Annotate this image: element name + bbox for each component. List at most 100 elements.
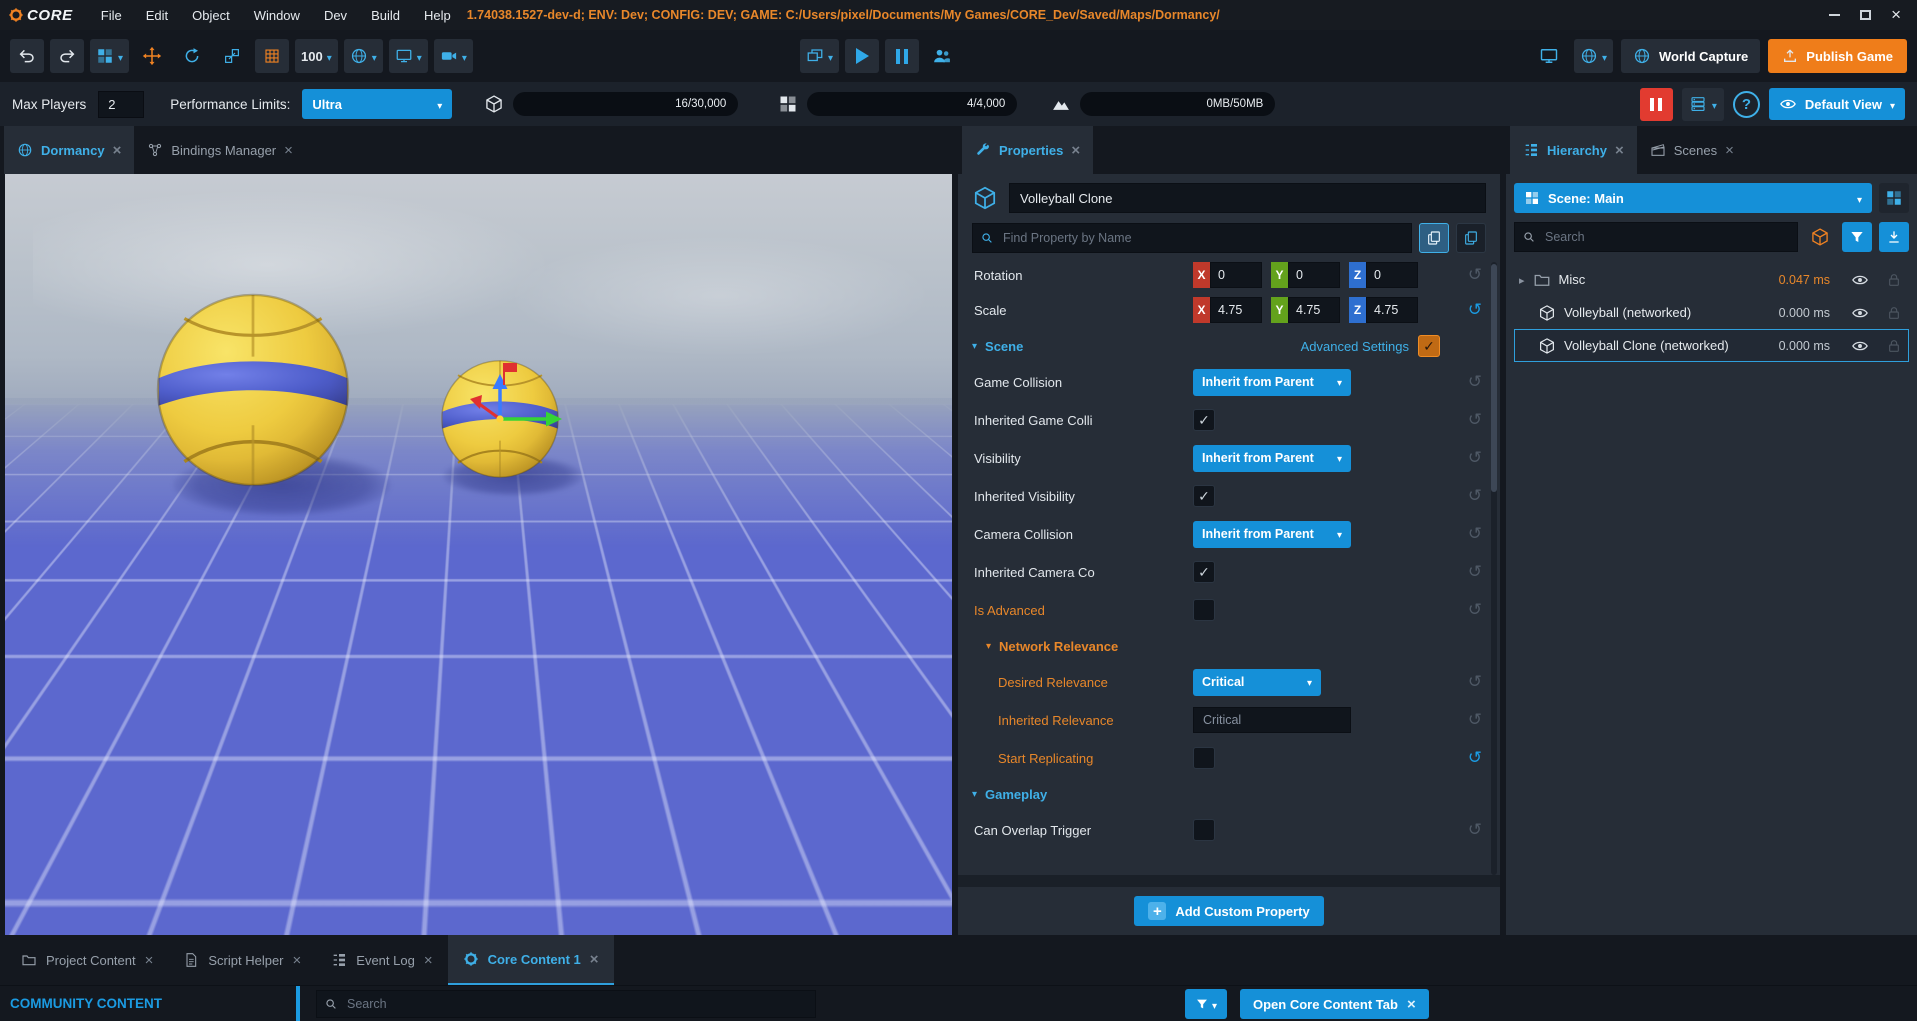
is-advanced-checkbox[interactable] <box>1193 599 1215 621</box>
close-icon[interactable] <box>1407 996 1416 1013</box>
menu-dev[interactable]: Dev <box>312 8 359 23</box>
networked-filter-button[interactable] <box>1805 222 1835 252</box>
object-name-input[interactable] <box>1009 183 1486 213</box>
tab-script-helper[interactable]: Script Helper <box>168 935 316 985</box>
world-capture-button[interactable]: World Capture <box>1621 39 1760 73</box>
filter-button[interactable] <box>1842 222 1872 252</box>
scale-y-field[interactable]: 4.75 <box>1288 297 1340 323</box>
lock-icon[interactable] <box>1886 305 1902 321</box>
paste-properties-button[interactable] <box>1456 223 1486 253</box>
help-button[interactable] <box>1733 91 1760 118</box>
tab-core-content[interactable]: Core Content 1 <box>448 935 614 985</box>
section-scene[interactable]: Scene Advanced Settings <box>958 329 1488 363</box>
multiplayer-players-button[interactable] <box>925 39 959 73</box>
screen-options-dropdown[interactable] <box>389 39 428 73</box>
copy-properties-button[interactable] <box>1419 223 1449 253</box>
reset-button[interactable] <box>1462 524 1488 544</box>
snap-settings-button[interactable] <box>90 39 129 73</box>
collapse-all-button[interactable] <box>1879 222 1909 252</box>
menu-help[interactable]: Help <box>412 8 463 23</box>
scene-settings-button[interactable] <box>1879 183 1909 213</box>
panel-splitter[interactable] <box>296 986 300 1021</box>
max-players-input[interactable] <box>98 91 144 118</box>
reset-scale-button[interactable] <box>1462 300 1488 320</box>
menu-build[interactable]: Build <box>359 8 412 23</box>
grid-snap-toggle-button[interactable] <box>255 39 289 73</box>
visibility-dropdown[interactable]: Inherit from Parent <box>1193 445 1351 472</box>
maximize-icon[interactable] <box>1860 10 1871 20</box>
storage-dropdown[interactable] <box>1682 88 1724 121</box>
tree-item-volleyball[interactable]: Volleyball (networked) 0.000 ms <box>1514 296 1909 329</box>
viewport-3d[interactable] <box>5 174 952 935</box>
desired-relevance-dropdown[interactable]: Critical <box>1193 669 1321 696</box>
scale-tool-button[interactable] <box>215 39 249 73</box>
reset-button[interactable] <box>1462 600 1488 620</box>
close-icon[interactable] <box>1725 142 1734 159</box>
scene-selector-dropdown[interactable]: Scene: Main <box>1514 183 1872 213</box>
reset-rotation-button[interactable] <box>1462 265 1488 285</box>
community-filter-button[interactable] <box>1185 989 1227 1019</box>
menu-edit[interactable]: Edit <box>134 8 180 23</box>
start-replicating-checkbox[interactable] <box>1193 747 1215 769</box>
rotation-z-field[interactable]: 0 <box>1366 262 1418 288</box>
tab-hierarchy[interactable]: Hierarchy <box>1510 126 1637 174</box>
tab-scenes[interactable]: Scenes <box>1637 126 1747 174</box>
camera-options-dropdown[interactable] <box>434 39 473 73</box>
tab-event-log[interactable]: Event Log <box>316 935 447 985</box>
camera-collision-dropdown[interactable]: Inherit from Parent <box>1193 521 1351 548</box>
quality-dropdown[interactable]: Ultra <box>302 89 452 119</box>
tree-item-misc[interactable]: Misc 0.047 ms <box>1514 263 1909 296</box>
close-icon[interactable] <box>145 952 154 969</box>
inherited-visibility-checkbox[interactable] <box>1193 485 1215 507</box>
add-custom-property-button[interactable]: Add Custom Property <box>1134 896 1323 926</box>
tab-bindings-manager[interactable]: Bindings Manager <box>134 126 306 174</box>
reset-button[interactable] <box>1462 486 1488 506</box>
close-icon[interactable] <box>424 952 433 969</box>
game-collision-dropdown[interactable]: Inherit from Parent <box>1193 369 1351 396</box>
play-button[interactable] <box>845 39 879 73</box>
eye-icon[interactable] <box>1851 337 1869 355</box>
pause-stats-button[interactable] <box>1640 88 1673 121</box>
scale-x-field[interactable]: 4.75 <box>1210 297 1262 323</box>
reset-button[interactable] <box>1462 748 1488 768</box>
close-icon[interactable] <box>1071 142 1080 159</box>
can-overlap-triggers-checkbox[interactable] <box>1193 819 1215 841</box>
close-icon[interactable] <box>113 142 122 159</box>
reset-button[interactable] <box>1462 410 1488 430</box>
advanced-settings-checkbox[interactable] <box>1418 335 1440 357</box>
menu-object[interactable]: Object <box>180 8 242 23</box>
eye-icon[interactable] <box>1851 271 1869 289</box>
close-icon[interactable] <box>284 142 293 159</box>
publish-game-button[interactable]: Publish Game <box>1768 39 1907 73</box>
rotation-x-field[interactable]: 0 <box>1210 262 1262 288</box>
scrollbar-thumb[interactable] <box>1491 264 1497 492</box>
tab-dormancy[interactable]: Dormancy <box>4 126 134 174</box>
rotation-y-field[interactable]: 0 <box>1288 262 1340 288</box>
section-network-relevance[interactable]: Network Relevance <box>958 629 1488 663</box>
rotate-tool-button[interactable] <box>175 39 209 73</box>
scale-z-field[interactable]: 4.75 <box>1366 297 1418 323</box>
tab-properties[interactable]: Properties <box>962 126 1093 174</box>
lock-icon[interactable] <box>1886 338 1902 354</box>
reset-button[interactable] <box>1462 820 1488 840</box>
close-icon[interactable] <box>590 951 599 968</box>
hierarchy-search-input[interactable] <box>1514 222 1798 252</box>
open-core-content-tab-button[interactable]: Open Core Content Tab <box>1240 989 1429 1019</box>
inherited-game-collision-checkbox[interactable] <box>1193 409 1215 431</box>
multiplayer-preview-dropdown[interactable] <box>800 39 839 73</box>
view-mode-dropdown[interactable]: Default View <box>1769 88 1905 120</box>
section-gameplay[interactable]: Gameplay <box>958 777 1488 811</box>
close-icon[interactable] <box>1615 142 1624 159</box>
minimize-icon[interactable] <box>1829 14 1840 16</box>
reset-button[interactable] <box>1462 562 1488 582</box>
reset-button[interactable] <box>1462 448 1488 468</box>
reset-button[interactable] <box>1462 672 1488 692</box>
menu-window[interactable]: Window <box>242 8 312 23</box>
advanced-settings-label[interactable]: Advanced Settings <box>1301 339 1409 354</box>
inherited-relevance-field[interactable]: Critical <box>1193 707 1351 733</box>
move-tool-button[interactable] <box>135 39 169 73</box>
tree-item-volleyball-clone[interactable]: Volleyball Clone (networked) 0.000 ms <box>1514 329 1909 362</box>
reset-button[interactable] <box>1462 710 1488 730</box>
transform-gizmo[interactable] <box>420 357 580 477</box>
undo-button[interactable] <box>10 39 44 73</box>
